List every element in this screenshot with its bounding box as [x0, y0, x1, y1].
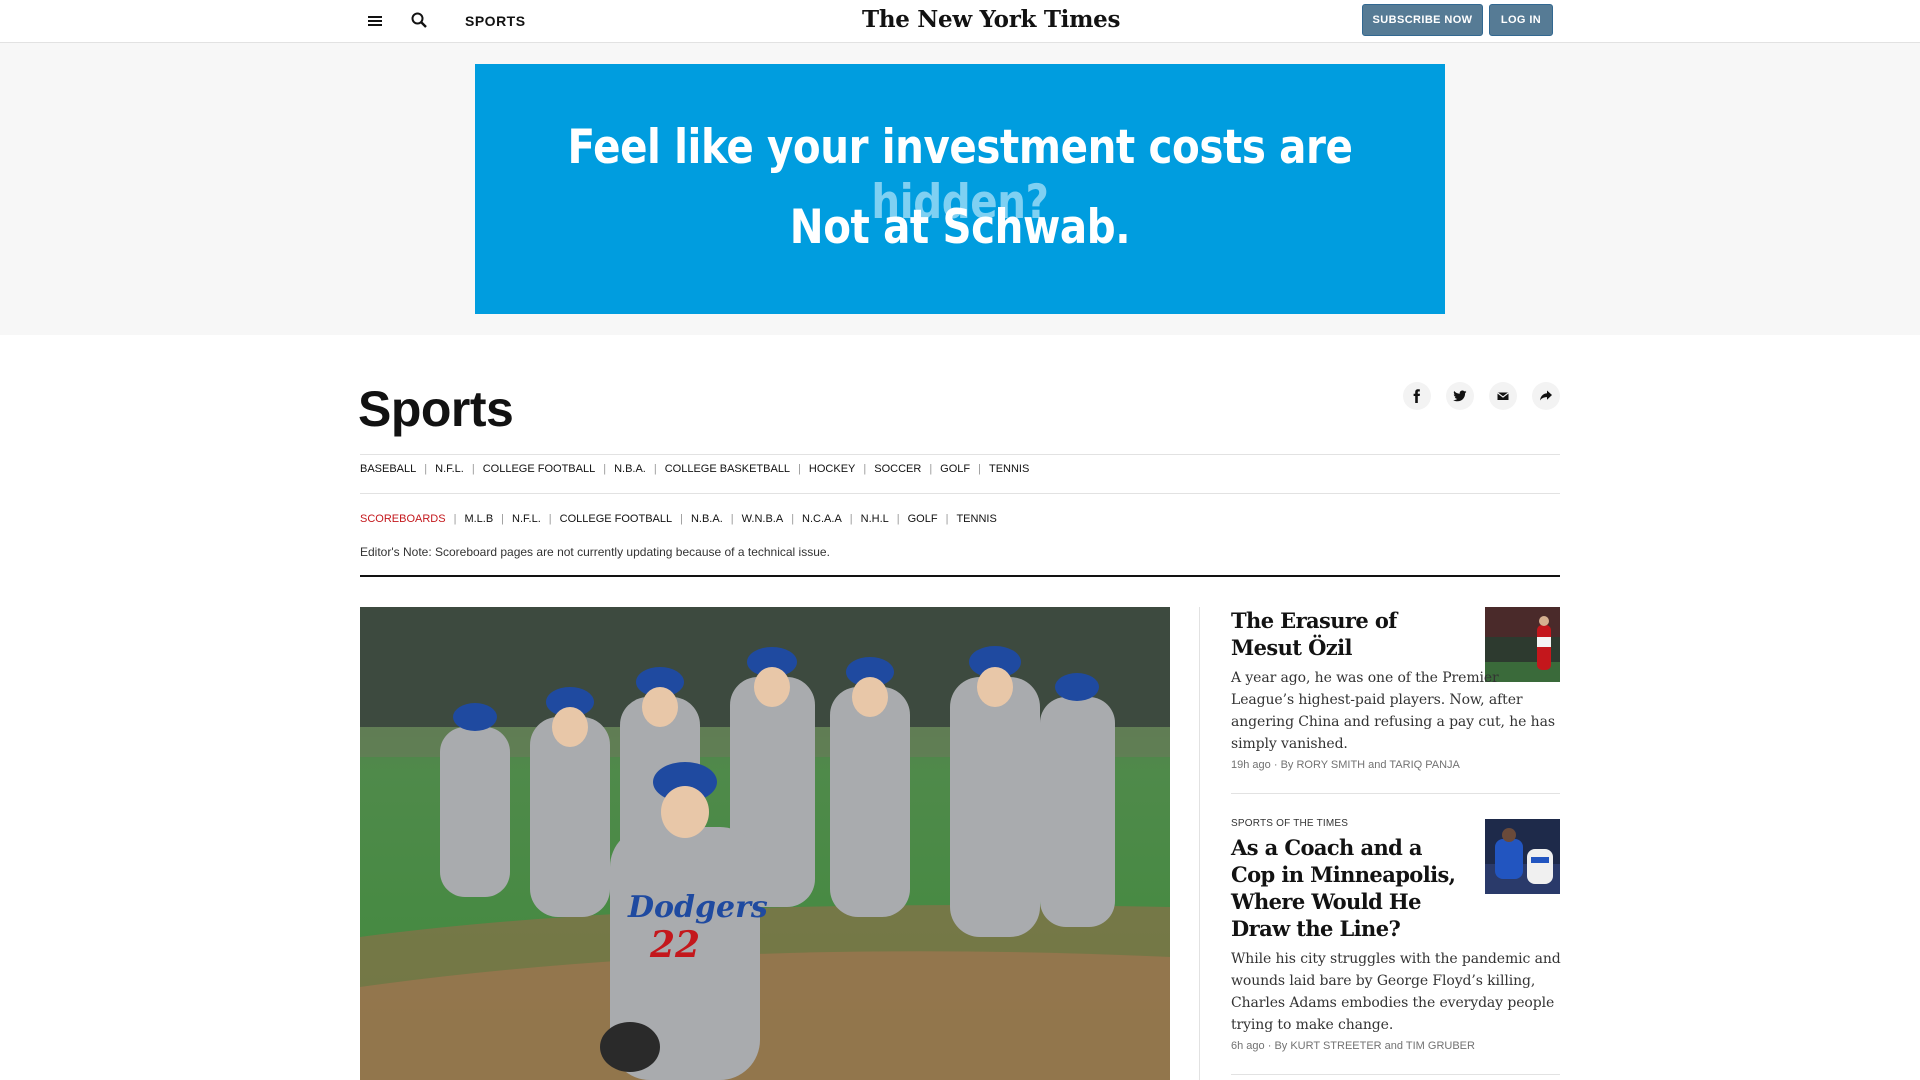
email-icon — [1497, 392, 1509, 400]
page-title: Sports — [358, 381, 514, 437]
story-byline: By RORY SMITH and TARIQ PANJA — [1280, 759, 1460, 771]
share-icon — [1540, 390, 1552, 401]
scoreboard-ncaa[interactable]: N.C.A.A — [802, 513, 842, 525]
story-divider — [1231, 1074, 1560, 1075]
nav-separator: | — [453, 513, 457, 525]
nav-divider-top — [360, 454, 1560, 455]
sports-subnav: BASEBALL | N.F.L. | COLLEGE FOOTBALL | N.B.… — [360, 461, 1560, 477]
twitter-share-button[interactable] — [1446, 382, 1474, 410]
coach-photo — [1485, 819, 1560, 894]
scoreboard-tennis[interactable]: TENNIS — [956, 513, 996, 525]
section-rule — [360, 575, 1560, 577]
story-summary: A year ago, he was one of the Premier Le… — [1231, 670, 1555, 752]
nav-item-soccer[interactable]: SOCCER — [874, 463, 921, 475]
hero-photo-dodgers: Dodgers 22 — [360, 607, 1170, 1080]
facebook-icon — [1413, 389, 1420, 403]
email-share-button[interactable] — [1489, 382, 1517, 410]
story-time: 19h ago — [1231, 759, 1271, 771]
nav-item-college-basketball[interactable]: COLLEGE BASKETBALL — [665, 463, 790, 475]
story-time: 6h ago — [1231, 1040, 1265, 1052]
more-share-button[interactable] — [1532, 382, 1560, 410]
scoreboard-nfl[interactable]: N.F.L. — [512, 513, 541, 525]
nav-separator: | — [548, 513, 552, 525]
nav-item-scoreboards[interactable]: SCOREBOARDS — [360, 513, 446, 525]
nav-separator: | — [424, 463, 428, 475]
nyt-logo[interactable]: The New York Times — [862, 6, 1120, 33]
story-divider — [1231, 793, 1560, 794]
story-meta: 19h ago · By RORY SMITH and TARIQ PANJA — [1231, 759, 1460, 771]
nav-item-college-football[interactable]: COLLEGE FOOTBALL — [483, 463, 595, 475]
nav-item-tennis[interactable]: TENNIS — [989, 463, 1029, 475]
story-meta: 6h ago · By KURT STREETER and TIM GRUBER — [1231, 1040, 1475, 1052]
scoreboards-nav: SCOREBOARDS | M.L.B | N.F.L. | COLLEGE FOOT… — [360, 511, 1560, 527]
subscribe-button[interactable]: SUBSCRIBE NOW — [1362, 4, 1483, 36]
menu-icon[interactable] — [367, 12, 385, 30]
scoreboard-wnba[interactable]: W.N.B.A — [742, 513, 784, 525]
scoreboard-college-football[interactable]: COLLEGE FOOTBALL — [560, 513, 672, 525]
nav-separator: | — [929, 463, 933, 475]
story-kicker: SPORTS OF THE TIMES — [1231, 818, 1349, 829]
meta-separator: · — [1273, 759, 1281, 771]
hero-image[interactable]: Dodgers 22 — [360, 607, 1170, 1080]
nav-separator: | — [730, 513, 734, 525]
hero-jersey-number: 22 — [649, 924, 700, 966]
story-thumbnail[interactable] — [1485, 819, 1560, 894]
nav-separator: | — [849, 513, 853, 525]
nav-separator: | — [978, 463, 981, 475]
nav-separator: | — [791, 513, 795, 525]
schwab-ad[interactable]: Feel like your investment costs are hidd… — [475, 64, 1445, 314]
login-button[interactable]: LOG IN — [1489, 4, 1553, 36]
nav-item-nba[interactable]: N.B.A. — [614, 463, 646, 475]
nav-separator: | — [863, 463, 867, 475]
nav-item-baseball[interactable]: BASEBALL — [360, 463, 416, 475]
column-divider — [1199, 607, 1200, 1080]
nav-divider-bottom — [360, 493, 1560, 494]
scoreboard-nba[interactable]: N.B.A. — [691, 513, 723, 525]
story-byline: By KURT STREETER and TIM GRUBER — [1274, 1040, 1475, 1052]
editor-note: Editor's Note: Scoreboard pages are not … — [360, 545, 830, 559]
ad-headline-main: Feel like your investment costs are — [567, 120, 1353, 175]
nav-separator: | — [896, 513, 900, 525]
story-title[interactable]: The Erasure of Mesut Özil — [1231, 607, 1461, 661]
twitter-icon — [1453, 390, 1467, 402]
top-bar: SPORTS The New York Times SUBSCRIBE NOW … — [0, 0, 1920, 43]
scoreboard-golf[interactable]: GOLF — [908, 513, 938, 525]
story-summary: While his city struggles with the pandem… — [1231, 951, 1561, 1033]
nav-separator: | — [471, 463, 475, 475]
section-label[interactable]: SPORTS — [465, 13, 526, 29]
nav-separator: | — [680, 513, 683, 525]
nav-separator: | — [798, 463, 801, 475]
scoreboard-nhl[interactable]: N.H.L — [861, 513, 889, 525]
nav-item-golf[interactable]: GOLF — [940, 463, 970, 475]
hero-jersey-text: Dodgers — [627, 890, 768, 925]
ad-tagline: Not at Schwab. — [789, 200, 1131, 255]
nav-separator: | — [945, 513, 949, 525]
nav-separator: | — [603, 463, 607, 475]
nav-separator: | — [501, 513, 505, 525]
scoreboard-mlb[interactable]: M.L.B — [464, 513, 493, 525]
facebook-share-button[interactable] — [1403, 382, 1431, 410]
story-title[interactable]: As a Coach and a Cop in Minneapolis, Whe… — [1231, 834, 1471, 942]
nav-separator: | — [653, 463, 657, 475]
search-icon[interactable] — [410, 11, 429, 30]
nav-item-nfl[interactable]: N.F.L. — [435, 463, 464, 475]
nav-item-hockey[interactable]: HOCKEY — [809, 463, 855, 475]
